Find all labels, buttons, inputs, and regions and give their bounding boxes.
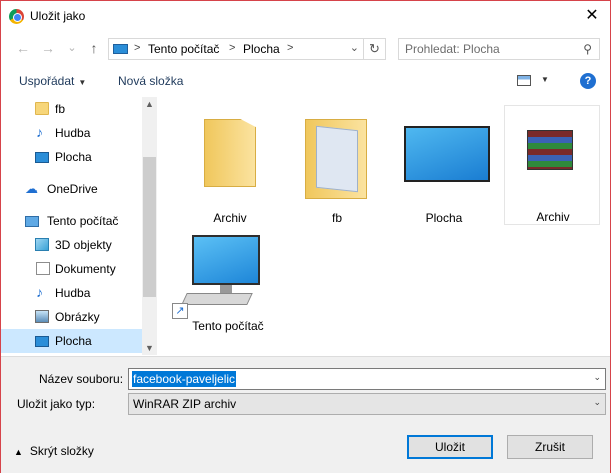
sidebar-item-label: Hudba: [55, 286, 91, 300]
sidebar-item-label: Plocha: [55, 150, 92, 164]
item-label: fb: [331, 211, 342, 225]
item-label: Archiv: [536, 210, 570, 224]
sidebar-scrollbar[interactable]: ▲ ▼: [142, 97, 157, 355]
sidebar-item-label: OneDrive: [47, 182, 98, 196]
organize-menu[interactable]: Uspořádat ▼: [19, 74, 86, 88]
chevron-down-icon: ⌄: [593, 397, 601, 407]
scrollbar-thumb[interactable]: [143, 157, 156, 297]
cloud-icon: ☁: [25, 181, 38, 196]
filename-value: facebook-paveljelic: [132, 371, 237, 387]
window-title: Uložit jako: [30, 9, 86, 23]
pictures-icon: [35, 310, 49, 323]
hide-folders-label: Skrýt složky: [29, 444, 94, 458]
shortcut-arrow-icon: ↗: [172, 303, 188, 319]
sidebar-item-label: Hudba: [55, 126, 91, 140]
folder-icon: [204, 119, 256, 187]
filetype-value: WinRAR ZIP archiv: [133, 397, 237, 411]
new-folder-button[interactable]: Nová složka: [118, 74, 183, 88]
breadcrumb-this-pc[interactable]: Tento počítač: [148, 42, 219, 56]
hide-folders-button[interactable]: ▲ Skrýt složky: [14, 444, 94, 458]
list-item[interactable]: Archiv: [504, 105, 600, 225]
list-item[interactable]: Plocha: [396, 107, 492, 227]
keyboard-icon: [181, 293, 253, 305]
sidebar-item-label: Obrázky: [55, 310, 100, 324]
sidebar-item-3d-objects[interactable]: 3D objekty: [1, 233, 142, 257]
save-panel: Název souboru: facebook-paveljelic ⌄ Ulo…: [1, 356, 610, 473]
cancel-button[interactable]: Zrušit: [507, 435, 593, 459]
search-icon: ⚲: [583, 42, 592, 56]
document-icon: [36, 262, 50, 275]
computer-icon: [113, 44, 128, 54]
computer-icon: [25, 216, 39, 227]
close-button[interactable]: ✕: [582, 7, 602, 25]
list-item[interactable]: Archiv: [182, 107, 278, 227]
filename-field[interactable]: facebook-paveljelic ⌄: [128, 368, 606, 390]
sidebar-item-desktop[interactable]: Plocha: [1, 329, 142, 353]
chevron-up-icon: ▲: [14, 447, 23, 457]
music-icon: ♪: [36, 124, 43, 140]
item-label: Plocha: [425, 211, 463, 225]
search-input[interactable]: [405, 40, 575, 58]
navigation-pane: fb ♪ Hudba Plocha ☁ OneDrive Tento počít…: [1, 97, 157, 355]
chrome-icon: [9, 9, 24, 24]
recent-locations-button[interactable]: ⌄: [63, 39, 81, 57]
address-bar[interactable]: > Tento počítač > Plocha > ⌄ ↻: [108, 38, 386, 60]
item-label: Archiv: [213, 211, 247, 225]
computer-icon: [192, 235, 260, 285]
sidebar-item-label: Dokumenty: [55, 262, 116, 276]
sidebar-item-label: Tento počítač: [47, 214, 119, 228]
up-button[interactable]: ↑: [85, 39, 103, 57]
desktop-icon: [404, 126, 490, 182]
list-item[interactable]: ↗ Tento počítač: [170, 227, 266, 347]
title-bar: Uložit jako ✕: [1, 1, 610, 31]
sidebar-item-pictures[interactable]: Obrázky: [1, 305, 142, 329]
navigation-bar: ← → ⌄ ↑ > Tento počítač > Plocha > ⌄ ↻ ⚲: [1, 31, 610, 65]
chevron-down-icon[interactable]: ⌄: [593, 372, 601, 383]
item-label: Tento počítač: [192, 319, 264, 333]
search-box[interactable]: ⚲: [398, 38, 600, 60]
sidebar-item-documents[interactable]: Dokumenty: [1, 257, 142, 281]
refresh-button[interactable]: ↻: [363, 39, 385, 59]
sidebar-item-this-pc[interactable]: Tento počítač: [1, 209, 142, 233]
back-button[interactable]: ←: [14, 39, 32, 57]
list-item[interactable]: fb: [289, 107, 385, 227]
file-list: Archiv fb Plocha Archiv ↗ Tento počítač: [158, 97, 610, 355]
desktop-icon: [35, 336, 49, 347]
sidebar-item-label: fb: [55, 102, 66, 116]
breadcrumb-separator: >: [287, 42, 294, 54]
sidebar-item-label: 3D objekty: [55, 238, 112, 252]
breadcrumb-desktop[interactable]: Plocha: [243, 42, 280, 56]
filetype-label: Uložit jako typ:: [17, 397, 96, 411]
winrar-archive-icon: [527, 130, 573, 170]
chevron-down-icon: ▼: [78, 78, 87, 87]
sidebar-item-music[interactable]: ♪ Hudba: [1, 121, 142, 145]
filename-label: Název souboru:: [39, 372, 124, 386]
chevron-down-icon[interactable]: ▼: [541, 75, 549, 84]
chevron-up-icon[interactable]: ▲: [142, 99, 157, 109]
command-bar: Uspořádat ▼ Nová složka ▼ ?: [1, 65, 610, 96]
help-button[interactable]: ?: [580, 73, 596, 89]
folder-icon: [35, 102, 49, 115]
desktop-icon: [35, 152, 49, 163]
breadcrumb-separator: >: [229, 42, 236, 54]
organize-label: Uspořádat: [19, 74, 75, 88]
save-button[interactable]: Uložit: [407, 435, 493, 459]
filetype-select[interactable]: WinRAR ZIP archiv ⌄: [128, 393, 606, 415]
change-view-icon[interactable]: [517, 75, 531, 86]
chevron-down-icon[interactable]: ▼: [142, 343, 157, 353]
sidebar-item-onedrive[interactable]: ☁ OneDrive: [1, 177, 142, 201]
forward-button[interactable]: →: [39, 39, 57, 57]
sidebar-item-music[interactable]: ♪ Hudba: [1, 281, 142, 305]
cube-icon: [35, 238, 49, 251]
save-as-dialog: Uložit jako ✕ ← → ⌄ ↑ > Tento počítač > …: [0, 0, 611, 473]
music-icon: ♪: [36, 284, 43, 300]
breadcrumb-separator: >: [134, 42, 141, 54]
sidebar-item-desktop[interactable]: Plocha: [1, 145, 142, 169]
sidebar-item-fb[interactable]: fb: [1, 97, 142, 121]
chevron-down-icon[interactable]: ⌄: [350, 41, 359, 54]
sidebar-item-label: Plocha: [55, 334, 92, 348]
folder-icon: [305, 119, 367, 199]
